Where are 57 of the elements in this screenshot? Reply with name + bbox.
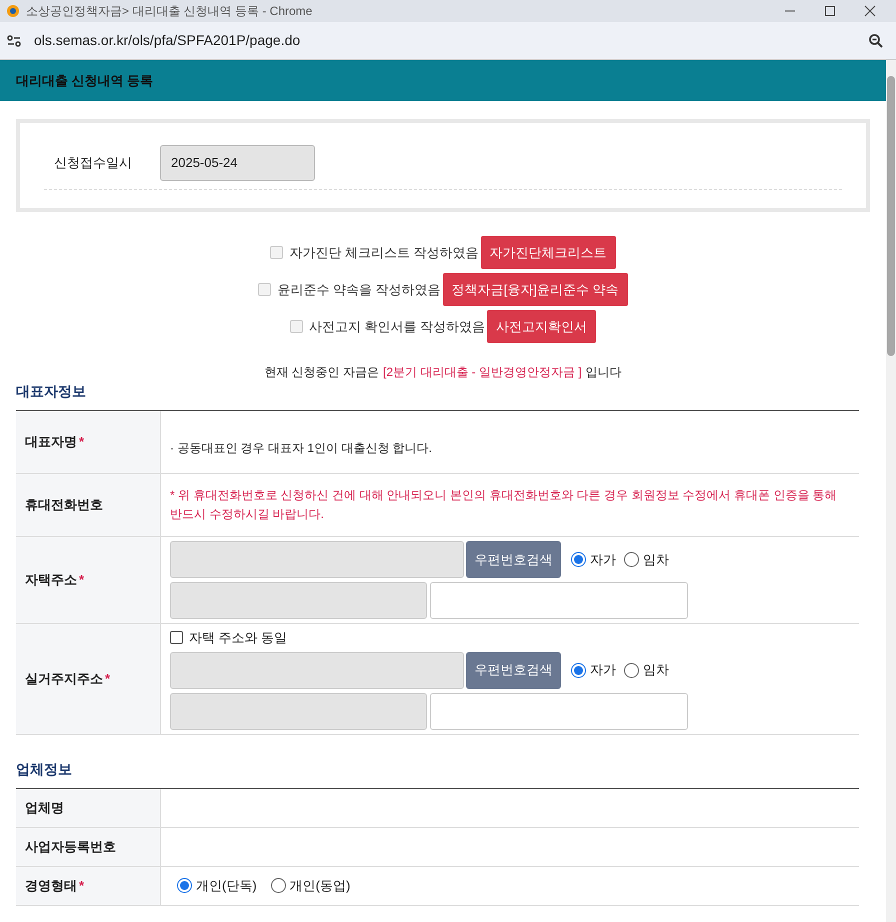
date-label: 신청접수일시 xyxy=(54,154,132,172)
warning-text: * 위 휴대전화번호로 신청하신 건에 대해 안내되오니 본인의 휴대전화번호와 다른 경우 회원정보 수정에서 휴대폰 인증을 통해 반드시 수정하시길 바랍니다. xyxy=(170,487,838,523)
checkbox-label: 자가진단 체크리스트 작성하였음 xyxy=(289,244,479,262)
detail-address-field[interactable] xyxy=(430,692,688,730)
page-title: 대리대출 신청내역 등록 xyxy=(16,72,154,90)
url-text[interactable]: ols.semas.or.kr/ols/pfa/SPFA201P/page.do xyxy=(34,30,300,51)
field-label: 실거주지주소 xyxy=(25,670,103,688)
section-title: 대표자정보 xyxy=(16,382,87,401)
postcode-search-button[interactable]: 우편번호검색 xyxy=(466,652,561,688)
radio-button[interactable] xyxy=(270,878,286,893)
checkbox-label: 자택 주소와 동일 xyxy=(189,629,288,647)
radio-label: 자가 xyxy=(590,550,616,569)
field-label: 사업자등록번호 xyxy=(25,838,116,856)
detail-address-field[interactable] xyxy=(430,582,688,619)
address-field[interactable] xyxy=(170,692,427,730)
radio-label: 임차 xyxy=(643,550,669,569)
radio-button[interactable] xyxy=(624,662,639,678)
checkbox-label: 사전고지 확인서를 작성하였음 xyxy=(308,318,486,336)
field-label: 경영형태 xyxy=(25,876,77,895)
required-mark: * xyxy=(79,433,84,452)
radio-button[interactable] xyxy=(571,662,586,678)
radio-label: 개인(동업) xyxy=(290,876,350,895)
checkbox[interactable] xyxy=(170,631,183,644)
field-label: 업체명 xyxy=(25,798,64,817)
fund-name: [2분기 대리대출 - 일반경영안정자금 ] xyxy=(382,364,582,381)
postcode-search-button[interactable]: 우편번호검색 xyxy=(466,541,561,578)
radio-label: 개인(단독) xyxy=(196,876,257,895)
required-mark: * xyxy=(79,571,84,590)
notice-text: 현재 신청중인 자금은 xyxy=(264,364,379,381)
required-mark: * xyxy=(79,876,84,895)
field-label: 대표자명 xyxy=(25,433,77,452)
field-label: 자택주소 xyxy=(25,571,77,590)
close-icon[interactable] xyxy=(864,5,876,17)
site-settings-icon[interactable] xyxy=(6,34,22,48)
address-field[interactable] xyxy=(170,582,427,619)
form-button[interactable]: 사전고지확인서 xyxy=(487,310,596,343)
postcode-field[interactable] xyxy=(170,541,464,578)
section-title: 업체정보 xyxy=(16,760,73,778)
radio-button[interactable] xyxy=(624,552,639,567)
scrollbar[interactable] xyxy=(886,60,896,922)
zoom-icon[interactable] xyxy=(868,32,884,48)
note-text: · 공동대표인 경우 대표자 1인이 대출신청 합니다. xyxy=(170,440,432,457)
required-mark: * xyxy=(105,670,110,688)
checkbox-label: 윤리준수 약속을 작성하였음 xyxy=(277,280,441,299)
form-button[interactable]: 정책자금[융자]윤리준수 약속 xyxy=(442,273,628,306)
site-logo-icon xyxy=(6,4,20,18)
form-button[interactable]: 자가진단체크리스트 xyxy=(480,236,616,269)
notice-text: 입니다 xyxy=(586,364,622,381)
radio-button[interactable] xyxy=(177,878,192,893)
date-field[interactable]: 2025-05-24 xyxy=(160,145,315,181)
maximize-icon[interactable] xyxy=(824,5,836,17)
postcode-field[interactable] xyxy=(170,652,464,688)
field-label: 휴대전화번호 xyxy=(25,496,103,514)
window-title: 소상공인정책자금> 대리대출 신청내역 등록 - Chrome xyxy=(26,3,312,20)
radio-button[interactable] xyxy=(571,552,586,567)
radio-label: 임차 xyxy=(643,661,669,680)
radio-label: 자가 xyxy=(590,661,616,680)
